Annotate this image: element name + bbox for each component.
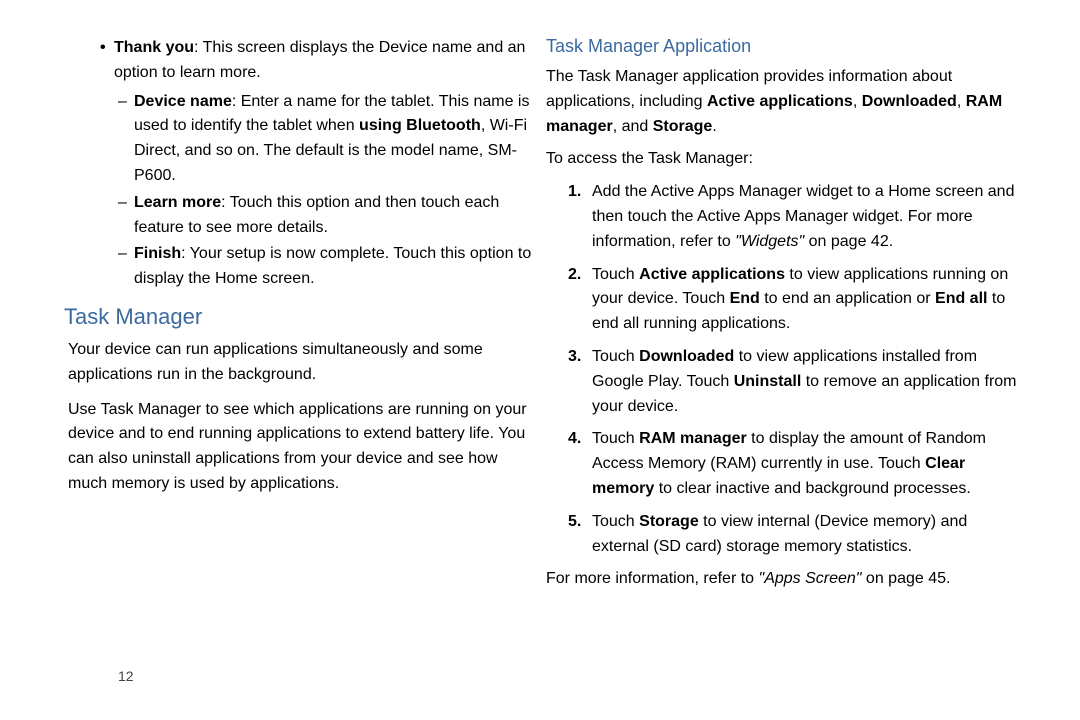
more-ref: "Apps Screen" (759, 570, 862, 587)
step-4-post: to clear inactive and background process… (654, 480, 971, 497)
intro-b2: Downloaded (862, 93, 957, 110)
intro-period: . (712, 118, 716, 135)
step-3-bb: Uninstall (734, 373, 802, 390)
sub-finish-label: Finish (134, 245, 181, 262)
para-tm-2: Use Task Manager to see which applicatio… (68, 398, 534, 497)
step-5: 5. Touch Storage to view internal (Devic… (568, 510, 1024, 560)
sub-list: Device name: Enter a name for the tablet… (114, 90, 534, 292)
step-3: 3. Touch Downloaded to view applications… (568, 345, 1024, 419)
step-2: 2. Touch Active applications to view app… (568, 263, 1024, 337)
intro-and: , and (613, 118, 653, 135)
columns: Thank you: This screen displays the Devi… (56, 36, 1024, 600)
sub-finish: Finish: Your setup is now complete. Touc… (134, 242, 534, 292)
step-5-pre: Touch (592, 513, 639, 530)
step-3-num: 3. (568, 345, 581, 370)
intro-c1: , (853, 93, 862, 110)
step-4-num: 4. (568, 427, 581, 452)
step-1: 1. Add the Active Apps Manager widget to… (568, 180, 1024, 254)
step-3-pre: Touch (592, 348, 639, 365)
page-number: 12 (118, 668, 134, 684)
para-tm-1: Your device can run applications simulta… (68, 338, 534, 388)
thankyou-label: Thank you (114, 39, 194, 56)
step-2-num: 2. (568, 263, 581, 288)
more-pre: For more information, refer to (546, 570, 759, 587)
heading-tm-app: Task Manager Application (546, 36, 1024, 57)
sub-device-name: Device name: Enter a name for the tablet… (134, 90, 534, 189)
step-5-num: 5. (568, 510, 581, 535)
more-post: on page 45. (861, 570, 950, 587)
steps-list: 1. Add the Active Apps Manager widget to… (568, 180, 1024, 559)
intro-right: The Task Manager application provides in… (546, 65, 1024, 139)
step-2-ba: Active applications (639, 266, 785, 283)
step-4: 4. Touch RAM manager to display the amou… (568, 427, 1024, 501)
access-label: To access the Task Manager: (546, 147, 1024, 172)
sub-learn-more: Learn more: Touch this option and then t… (134, 191, 534, 241)
step-2-bc: End all (935, 290, 987, 307)
step-2-midb: to end an application or (760, 290, 935, 307)
step-3-ba: Downloaded (639, 348, 734, 365)
page: Thank you: This screen displays the Devi… (0, 0, 1080, 720)
intro-b4: Storage (653, 118, 713, 135)
bullet-thankyou: Thank you: This screen displays the Devi… (114, 36, 534, 292)
intro-c2: , (957, 93, 966, 110)
step-1-num: 1. (568, 180, 581, 205)
step-4-pre: Touch (592, 430, 639, 447)
sub-learn-more-label: Learn more (134, 194, 221, 211)
step-1-ref: "Widgets" (735, 233, 804, 250)
sub-device-name-label: Device name (134, 93, 232, 110)
heading-task-manager: Task Manager (64, 304, 534, 330)
more-info: For more information, refer to "Apps Scr… (546, 567, 1024, 592)
intro-b1: Active applications (707, 93, 853, 110)
step-1-post: on page 42. (804, 233, 893, 250)
step-2-pre: Touch (592, 266, 639, 283)
bullet-list: Thank you: This screen displays the Devi… (56, 36, 534, 292)
sub-finish-text: : Your setup is now complete. Touch this… (134, 245, 531, 287)
sub-device-name-bold2: using Bluetooth (359, 117, 481, 134)
left-column: Thank you: This screen displays the Devi… (56, 36, 534, 600)
step-5-ba: Storage (639, 513, 699, 530)
right-column: Task Manager Application The Task Manage… (546, 36, 1024, 600)
step-2-bb: End (730, 290, 760, 307)
step-4-ba: RAM manager (639, 430, 747, 447)
